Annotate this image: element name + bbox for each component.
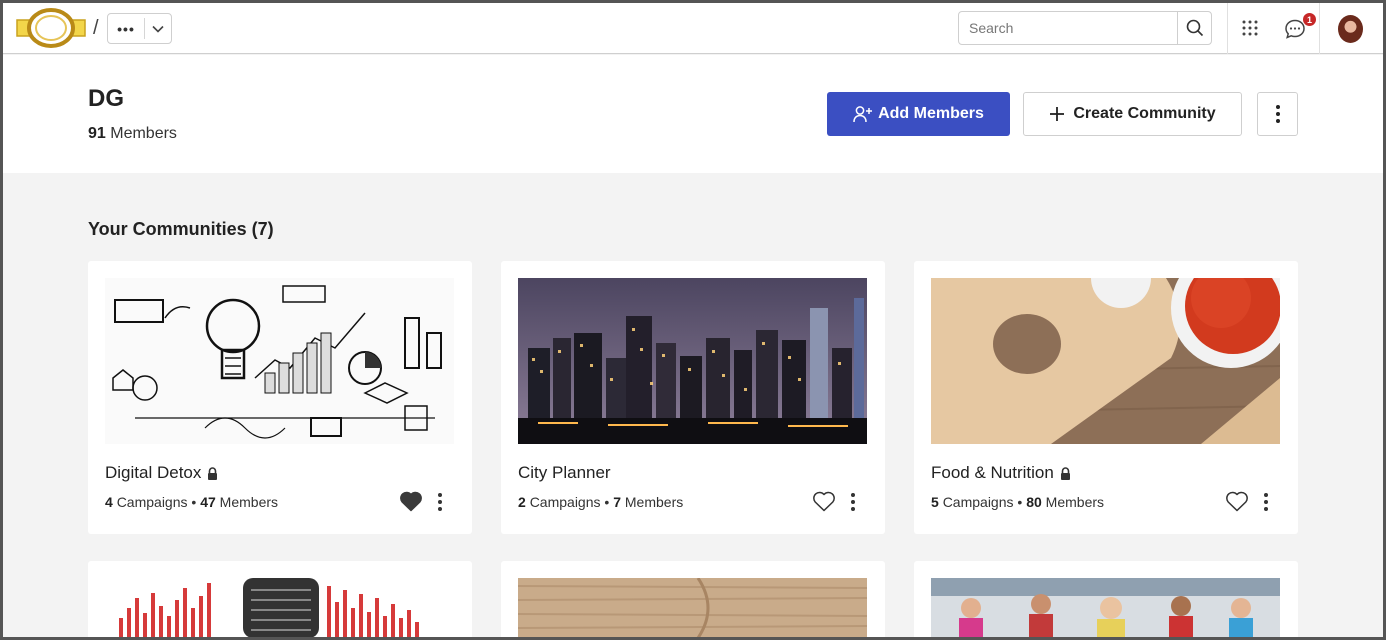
community-stats: 2 Campaigns • 7 Members [518, 494, 684, 510]
divider [1227, 3, 1228, 54]
breadcrumb-separator: / [93, 17, 99, 39]
community-name-text: Digital Detox [105, 463, 202, 482]
search-button[interactable] [1177, 12, 1211, 44]
add-user-icon [853, 106, 873, 123]
chevron-down-icon [145, 25, 171, 33]
community-name[interactable]: City Planner [518, 463, 611, 483]
community-stats: 4 Campaigns • 47 Members [105, 494, 279, 510]
lock-icon [208, 466, 218, 480]
member-label: Members [219, 494, 279, 510]
more-horizontal-icon: ••• [117, 20, 135, 37]
community-stats: 5 Campaigns • 80 Members [931, 494, 1105, 510]
more-options-button[interactable] [1257, 92, 1298, 136]
community-image-food-nutrition [931, 278, 1280, 444]
plus-icon [1050, 107, 1065, 121]
community-card[interactable]: Food & Nutrition 5 Campaigns • 80 Member… [914, 261, 1298, 534]
more-vertical-icon [1275, 105, 1280, 123]
apps-grid-icon[interactable] [1241, 19, 1259, 37]
user-avatar[interactable] [1338, 15, 1363, 43]
heart-outline-icon[interactable] [1225, 490, 1249, 512]
search-input[interactable] [959, 12, 1177, 44]
search-icon [1186, 19, 1203, 37]
community-image-digital-detox [105, 278, 454, 444]
top-bar: / ••• 1 [3, 3, 1383, 54]
campaign-count: 2 [518, 494, 526, 510]
member-count-value: 91 [88, 125, 106, 142]
campaign-label: Campaigns [942, 494, 1014, 510]
community-card[interactable] [88, 561, 472, 637]
campaign-count: 5 [931, 494, 939, 510]
app-window: / ••• 1 [3, 3, 1383, 637]
community-image [105, 578, 454, 637]
add-members-button[interactable]: Add Members [827, 92, 1010, 136]
community-name[interactable]: Digital Detox [105, 463, 218, 483]
member-count-label: Members [110, 125, 177, 142]
member-count: 80 [1026, 494, 1042, 510]
add-members-label: Add Members [878, 105, 984, 122]
create-community-button[interactable]: Create Community [1023, 92, 1242, 136]
search-box [958, 11, 1212, 45]
community-image [931, 578, 1280, 637]
community-name-text: Food & Nutrition [931, 463, 1054, 482]
member-count: 47 [200, 494, 216, 510]
heart-outline-icon[interactable] [812, 490, 836, 512]
lock-icon [1060, 466, 1070, 480]
member-count: 91 Members [88, 125, 177, 143]
breadcrumb-menu-button[interactable]: ••• [107, 13, 172, 44]
divider [1319, 3, 1320, 54]
community-card[interactable] [501, 561, 885, 637]
page-title: DG [88, 85, 124, 112]
more-vertical-icon[interactable] [846, 492, 860, 512]
more-vertical-icon[interactable] [1259, 492, 1273, 512]
community-image-city-planner [518, 278, 867, 444]
member-count: 7 [613, 494, 621, 510]
member-label: Members [624, 494, 684, 510]
community-card[interactable]: City Planner 2 Campaigns • 7 Members [501, 261, 885, 534]
campaign-count: 4 [105, 494, 113, 510]
campaign-label: Campaigns [116, 494, 188, 510]
community-name-text: City Planner [518, 463, 611, 482]
more-vertical-icon[interactable] [433, 492, 447, 512]
community-header: DG 91 Members Add Members Create Communi… [3, 55, 1383, 173]
heart-filled-icon[interactable] [399, 490, 423, 512]
member-label: Members [1045, 494, 1105, 510]
brand-logo[interactable] [15, 7, 87, 49]
campaign-label: Campaigns [529, 494, 601, 510]
community-image [518, 578, 867, 637]
community-card[interactable] [914, 561, 1298, 637]
notification-badge: 1 [1302, 12, 1317, 27]
community-name[interactable]: Food & Nutrition [931, 463, 1071, 483]
create-community-label: Create Community [1073, 105, 1216, 122]
section-title: Your Communities (7) [88, 219, 274, 239]
community-card[interactable]: Digital Detox 4 Campaigns • 47 Members [88, 261, 472, 534]
